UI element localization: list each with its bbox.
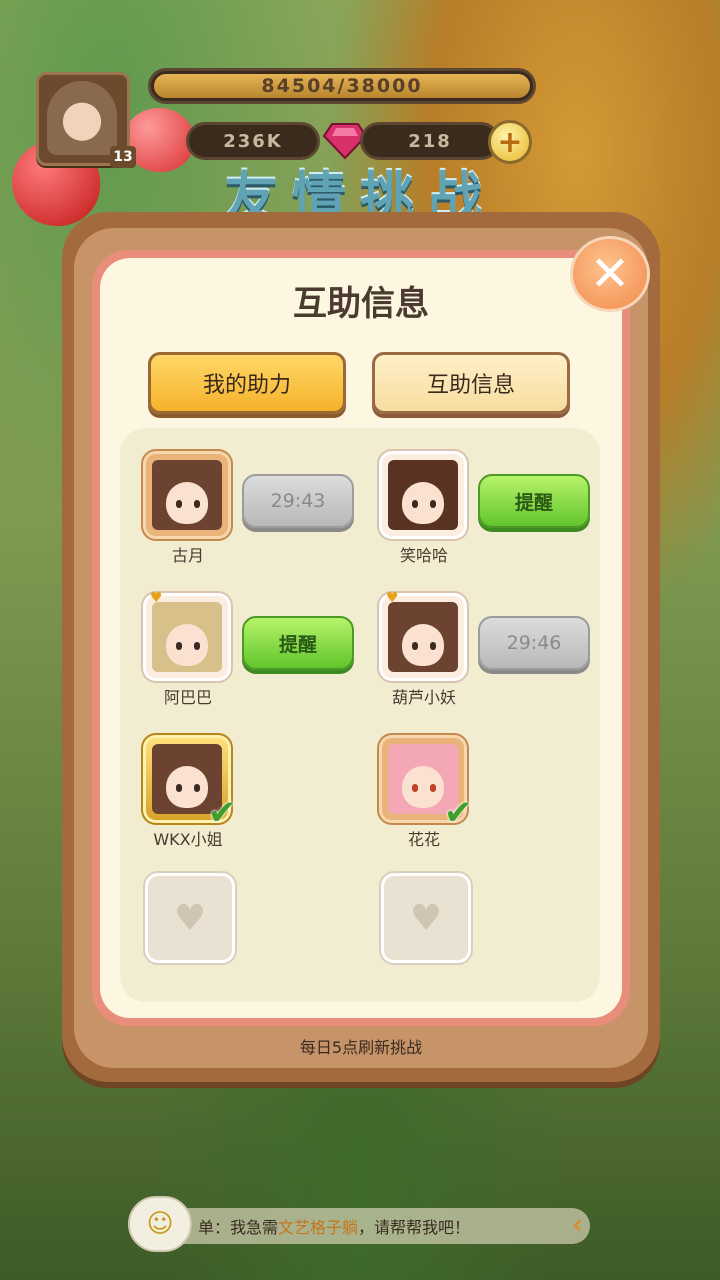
heart-icon[interactable]: ♥: [384, 876, 468, 960]
timer-button: 29:46: [478, 616, 590, 670]
friend-name: WKX小姐: [153, 830, 223, 849]
checkmark-icon: ✔: [444, 793, 473, 833]
remind-button[interactable]: 提醒: [478, 474, 590, 528]
chat-prefix: 单：我急需: [198, 1218, 279, 1237]
friend-cell: ♥ 葫芦小妖 29:46: [354, 590, 590, 726]
avatar: [152, 602, 222, 672]
friend-cell: ✔ WKX小姐: [118, 738, 348, 868]
tab-mutual-info[interactable]: 互助信息: [372, 352, 570, 414]
xp-bar: 84504/38000: [148, 68, 536, 104]
close-icon[interactable]: ✕: [570, 236, 650, 312]
chat-item-name: 文艺格子躺: [278, 1218, 359, 1237]
dialog-title: 互助信息: [293, 284, 429, 324]
friend-cell: 笑哈哈 提醒: [354, 454, 590, 584]
timer-button: 29:43: [242, 474, 354, 528]
remind-button[interactable]: 提醒: [242, 616, 354, 670]
avatar-frame[interactable]: ♥: [382, 590, 464, 678]
chat-message[interactable]: 单：我急需 文艺格子躺 ，请帮帮我吧！: [150, 1208, 590, 1244]
avatar: [152, 460, 222, 530]
xp-text: 84504/38000: [261, 75, 423, 97]
friend-name: 花花: [407, 830, 440, 849]
checkmark-icon: ✔: [208, 793, 237, 833]
avatar: [388, 460, 458, 530]
chevron-left-icon[interactable]: ‹: [572, 1210, 594, 1242]
heart-icon[interactable]: ♥: [148, 876, 232, 960]
chat-bubble-icon[interactable]: ☺: [128, 1196, 192, 1252]
avatar-frame[interactable]: [382, 454, 464, 536]
chat-suffix: ，请帮帮我吧！: [358, 1218, 471, 1237]
friend-cell: ♥ 阿巴巴 提醒: [118, 590, 354, 726]
friend-name: 葫芦小妖: [391, 688, 456, 707]
friend-cell: 古月 29:43: [118, 454, 354, 584]
avatar-frame[interactable]: ♥: [146, 590, 228, 678]
avatar: [388, 602, 458, 672]
friend-cell: ✔ 花花: [354, 738, 584, 868]
player-level-badge: 13: [110, 146, 136, 168]
avatar-frame[interactable]: [146, 454, 228, 536]
friend-name: 阿巴巴: [163, 688, 212, 707]
friend-name: 笑哈哈: [399, 546, 448, 565]
refresh-note: 每日5点刷新挑战: [299, 1038, 423, 1057]
friend-name: 古月: [171, 546, 204, 565]
tab-my-help[interactable]: 我的助力: [148, 352, 346, 414]
